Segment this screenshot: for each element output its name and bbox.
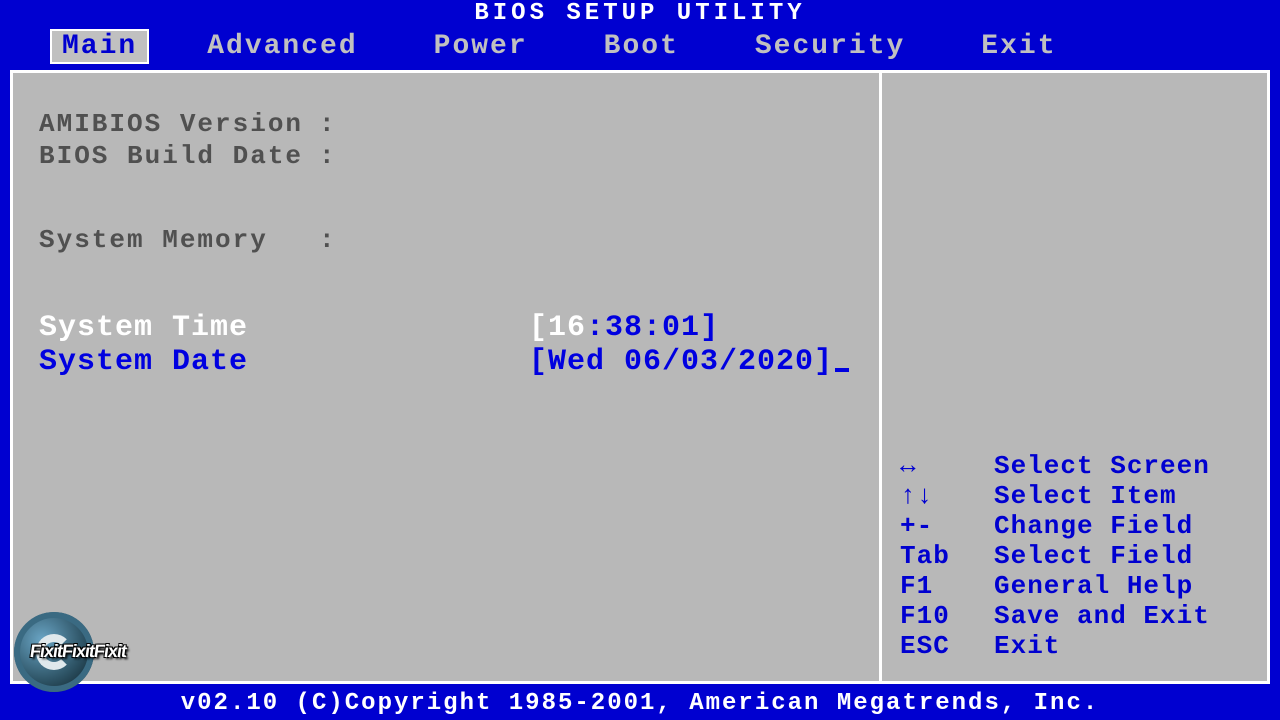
help-exit: ESC Exit <box>900 631 1257 661</box>
help-action: Select Field <box>994 541 1193 571</box>
help-action: General Help <box>994 571 1193 601</box>
settings-pane: AMIBIOS Version : BIOS Build Date : Syst… <box>13 73 879 681</box>
amibios-version-value <box>339 109 619 139</box>
system-memory-label: System Memory <box>39 225 319 255</box>
system-time-label: System Time <box>39 311 529 345</box>
system-date-row[interactable]: System Date [Wed 06/03/2020] <box>39 345 853 379</box>
help-select-item: ↑↓ Select Item <box>900 481 1257 511</box>
help-action: Change Field <box>994 511 1193 541</box>
system-time-row[interactable]: System Time [16:38:01] <box>39 311 853 345</box>
help-block: ↔ Select Screen ↑↓ Select Item +- Change… <box>900 451 1257 661</box>
main-area: AMIBIOS Version : BIOS Build Date : Syst… <box>10 70 1270 684</box>
help-action: Exit <box>994 631 1060 661</box>
help-select-field: Tab Select Field <box>900 541 1257 571</box>
colon: : <box>319 225 339 255</box>
amibios-version-row: AMIBIOS Version : <box>39 109 853 139</box>
help-key: F10 <box>900 601 994 631</box>
help-action: Select Screen <box>994 451 1210 481</box>
bios-build-date-label: BIOS Build Date <box>39 141 319 171</box>
tab-boot[interactable]: Boot <box>586 31 697 62</box>
help-change-field: +- Change Field <box>900 511 1257 541</box>
tab-security[interactable]: Security <box>737 31 923 62</box>
system-memory-row: System Memory : <box>39 225 853 255</box>
system-date-label: System Date <box>39 345 529 379</box>
system-date-value[interactable]: [Wed 06/03/2020] <box>529 345 849 379</box>
help-action: Save and Exit <box>994 601 1210 631</box>
title-bar: BIOS SETUP UTILITY <box>0 0 1280 28</box>
cursor-icon <box>835 368 849 372</box>
help-key: F1 <box>900 571 994 601</box>
colon: : <box>319 141 339 171</box>
help-action: Select Item <box>994 481 1177 511</box>
help-key: ESC <box>900 631 994 661</box>
help-pane: ↔ Select Screen ↑↓ Select Item +- Change… <box>879 73 1267 681</box>
help-key: +- <box>900 511 994 541</box>
tab-power[interactable]: Power <box>416 31 546 62</box>
tab-advanced[interactable]: Advanced <box>189 31 375 62</box>
help-save-exit: F10 Save and Exit <box>900 601 1257 631</box>
help-key: ↑↓ <box>900 481 994 511</box>
colon: : <box>319 109 339 139</box>
system-memory-value <box>339 225 619 255</box>
footer-copyright: v02.10 (C)Copyright 1985-2001, American … <box>0 688 1280 720</box>
amibios-version-label: AMIBIOS Version <box>39 109 319 139</box>
help-general-help: F1 General Help <box>900 571 1257 601</box>
tab-main[interactable]: Main <box>50 29 149 64</box>
system-time-value[interactable]: [16:38:01] <box>529 311 719 345</box>
bios-build-date-row: BIOS Build Date : <box>39 141 853 171</box>
tab-bar: Main Advanced Power Boot Security Exit <box>0 28 1280 64</box>
bios-build-date-value <box>339 141 619 171</box>
help-key: Tab <box>900 541 994 571</box>
help-select-screen: ↔ Select Screen <box>900 451 1257 481</box>
help-key: ↔ <box>900 451 994 481</box>
tab-exit[interactable]: Exit <box>963 31 1074 62</box>
